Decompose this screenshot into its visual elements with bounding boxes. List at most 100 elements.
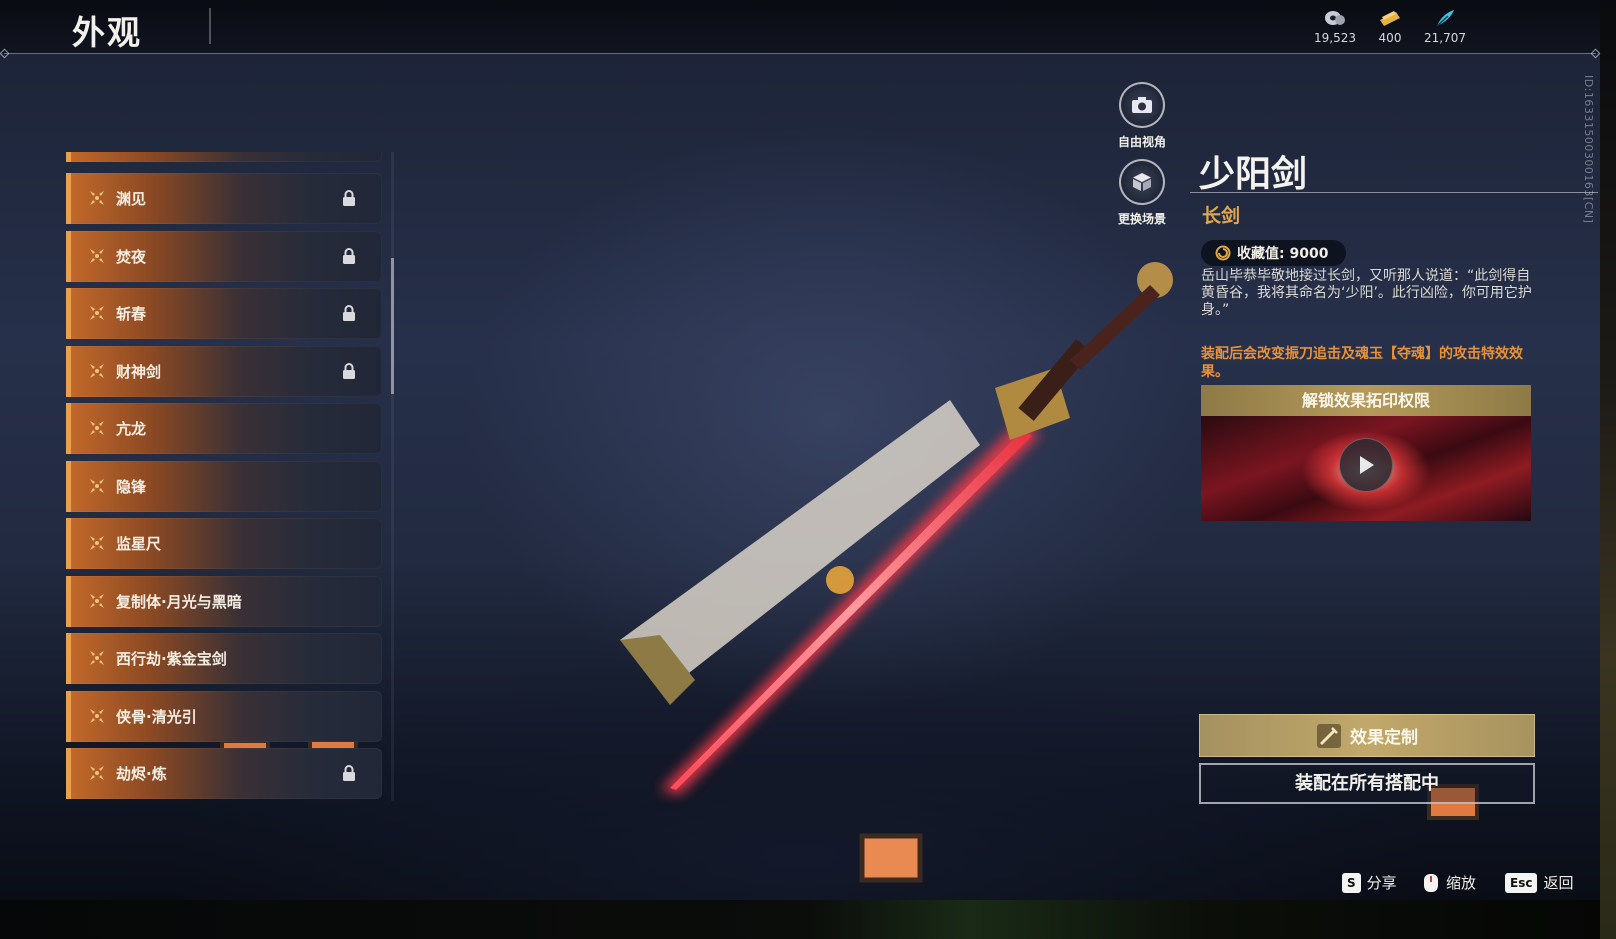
lantern-decoration: [859, 833, 923, 883]
rarity-cross-icon: [90, 191, 104, 205]
skin-name: 亢龙: [116, 420, 147, 438]
rarity-cross-icon: [90, 421, 104, 435]
collection-value: 收藏值: 9000: [1237, 246, 1329, 262]
collection-swirl-icon: [1215, 245, 1231, 261]
unlock-effect-card[interactable]: 解锁效果拓印权限: [1201, 385, 1531, 521]
back-label: 返回: [1543, 874, 1574, 892]
jade-coin-icon: [1325, 11, 1345, 25]
rarity-cross-icon: [90, 306, 104, 320]
skin-name: 财神剑: [116, 362, 162, 381]
top-bar: 外观 19,523 400 21,707: [0, 0, 1600, 53]
free-camera-circle: [1119, 82, 1165, 128]
camera-icon: [1132, 97, 1152, 113]
skin-name: 西行劫·紫金宝剑: [116, 650, 227, 668]
play-button[interactable]: [1339, 438, 1393, 492]
lock-icon: [343, 305, 355, 321]
skin-name: 隐锋: [116, 477, 147, 496]
rarity-cross-icon: [90, 593, 104, 608]
skin-list-item[interactable]: [66, 152, 382, 162]
weapon-lore: 岳山毕恭毕敬地接过长剑，又听那人说道：“此剑得自黄昏谷，我将其命名为‘少阳’。此…: [1201, 268, 1532, 318]
name-underline: [1190, 192, 1598, 193]
rarity-cross-icon: [90, 248, 104, 263]
share-label: 分享: [1366, 874, 1397, 892]
currency-feather: 21,707: [1415, 8, 1475, 45]
rarity-cross-icon: [90, 363, 104, 378]
skin-list-item[interactable]: 亢龙: [66, 403, 382, 454]
skin-name: 复制体·月光与黑暗: [116, 592, 242, 611]
page-title: 外观: [72, 13, 142, 52]
share-hint[interactable]: S 分享: [1342, 872, 1397, 893]
currency-gold: 400: [1360, 8, 1420, 45]
zoom-hint[interactable]: 缩放: [1422, 872, 1476, 893]
skin-name: 斩春: [116, 305, 147, 323]
skin-list-item[interactable]: 劫烬·炼: [66, 748, 382, 799]
skin-name: 劫烬·炼: [116, 765, 167, 783]
bottom-band: [0, 900, 1616, 939]
skin-list-item[interactable]: 斩春: [66, 288, 382, 339]
item-edge: [66, 575, 71, 627]
currency-gold-value: 400: [1378, 31, 1402, 45]
skin-list-item[interactable]: 监星尺: [66, 518, 382, 569]
rarity-cross-icon: [90, 708, 104, 723]
skin-list-item[interactable]: 财神剑: [66, 345, 382, 397]
item-edge: [66, 345, 71, 397]
sword-customize-icon: [1317, 723, 1341, 748]
lock-icon: [343, 362, 355, 379]
back-hint[interactable]: Esc 返回: [1505, 872, 1573, 893]
skin-name: 焚夜: [116, 247, 147, 266]
unlock-effect-title: 解锁效果拓印权限: [1201, 385, 1531, 416]
effect-customize-label: 效果定制: [1350, 728, 1418, 748]
skin-list-item[interactable]: 渊见: [66, 173, 382, 224]
blue-feather-icon: [1436, 10, 1454, 27]
skin-list-item[interactable]: 焚夜: [66, 230, 382, 282]
skin-name: 侠骨·清光引: [116, 707, 197, 726]
collection-value-badge: 收藏值: 9000: [1201, 240, 1347, 266]
item-edge: [66, 288, 71, 339]
rarity-cross-icon: [90, 766, 104, 780]
item-edge: [66, 230, 71, 282]
effect-note: 装配后会改变振刀追击及魂玉【夺魂】的攻击特效效果。: [1201, 346, 1523, 380]
effect-customize-button[interactable]: 效果定制: [1199, 714, 1535, 757]
change-scene-circle: [1119, 159, 1165, 205]
lock-icon: [343, 765, 355, 781]
currency-feather-value: 21,707: [1424, 31, 1466, 45]
cube-icon: [1133, 173, 1151, 191]
skin-list-item[interactable]: 侠骨·清光引: [66, 690, 382, 742]
skin-list-item[interactable]: 隐锋: [66, 460, 382, 512]
list-scroll-track[interactable]: [391, 152, 394, 801]
skin-name: 监星尺: [116, 535, 162, 553]
item-edge: [66, 403, 71, 454]
item-edge: [66, 690, 71, 742]
header-divider: [4, 53, 1596, 54]
sword-model: [620, 262, 1173, 795]
item-edge: [66, 633, 71, 684]
lock-icon: [343, 190, 355, 206]
back-key: Esc: [1505, 872, 1538, 893]
rarity-cross-icon: [90, 651, 104, 665]
rarity-cross-icon: [90, 478, 104, 493]
change-scene-button[interactable]: 更换场景: [1102, 159, 1182, 227]
list-scrollbar-thumb[interactable]: [391, 258, 394, 394]
equip-all-button[interactable]: 装配在所有搭配中: [1199, 763, 1535, 804]
right-edge: [1600, 0, 1616, 939]
share-key: S: [1342, 872, 1361, 893]
skin-list-item[interactable]: 复制体·月光与黑暗: [66, 575, 382, 627]
item-edge: [66, 518, 71, 569]
free-camera-button[interactable]: 自由视角: [1102, 82, 1182, 150]
zoom-label: 缩放: [1446, 874, 1477, 892]
item-edge: [66, 748, 71, 799]
weapon-type: 长剑: [1202, 205, 1241, 227]
title-divider: [209, 8, 211, 44]
version-id: ID:16331500300163[CN]: [1582, 75, 1595, 224]
skin-name: 渊见: [116, 190, 147, 208]
gold-ticket-icon: [1380, 11, 1400, 26]
free-camera-label: 自由视角: [1117, 135, 1166, 149]
mouse-wheel-icon: [1424, 873, 1438, 892]
lock-icon: [343, 247, 355, 264]
play-icon: [1360, 456, 1374, 474]
weapon-name: 少阳剑: [1199, 154, 1308, 195]
currency-jade: 19,523: [1305, 8, 1365, 45]
effect-preview-video[interactable]: [1201, 416, 1531, 521]
currency-jade-value: 19,523: [1314, 31, 1356, 45]
skin-list-item[interactable]: 西行劫·紫金宝剑: [66, 633, 382, 684]
